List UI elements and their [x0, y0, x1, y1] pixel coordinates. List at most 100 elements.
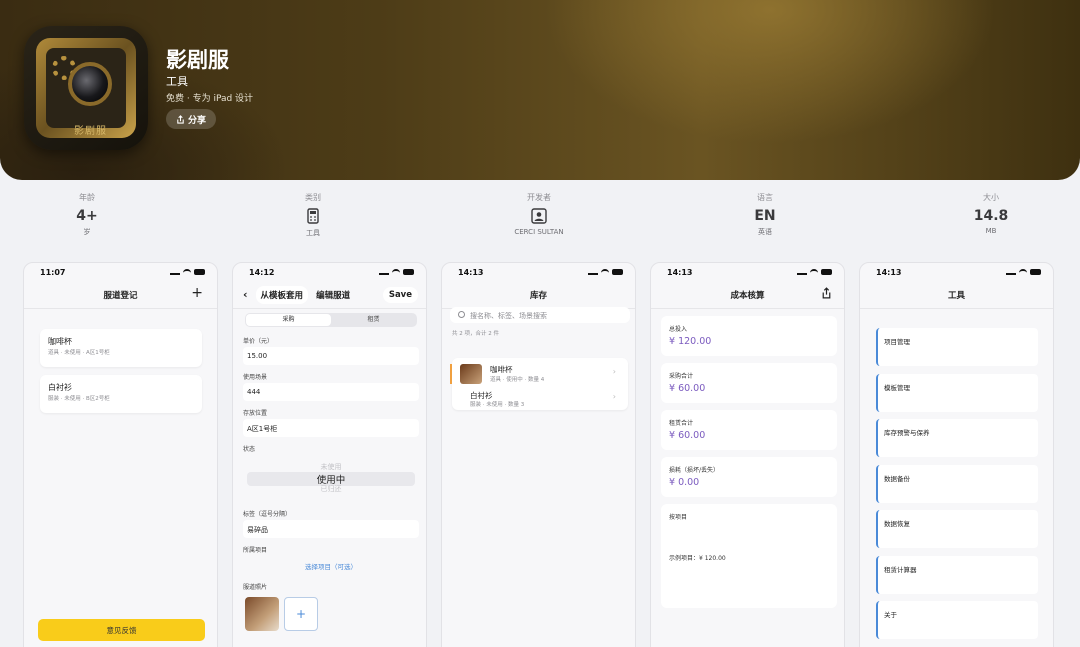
stat-sub: 英语	[758, 228, 772, 236]
warning-marker	[450, 364, 452, 384]
stat-label: 年龄	[79, 193, 95, 202]
card-label: 采购合计	[669, 373, 694, 380]
save-button[interactable]: Save	[382, 286, 418, 303]
nav-title: 成本核算	[651, 281, 844, 309]
screenshot-1[interactable]: 11:07 服道登记 + 咖啡杯 道具 · 未使用 · A区1号柜 白衬衫 服装…	[23, 262, 218, 647]
card-value: ¥ 60.00	[669, 383, 706, 394]
feedback-button[interactable]: 意见反馈	[38, 619, 205, 641]
item-meta: 服装 · 未使用 · B区2号柜	[48, 396, 110, 402]
tool-item-backup[interactable]: 数据备份	[876, 465, 1038, 503]
template-button[interactable]: 从模板套用	[255, 285, 309, 304]
price-field[interactable]: 15.00	[243, 347, 419, 365]
stat-label: 语言	[757, 193, 773, 202]
stat-sub: 工具	[306, 229, 320, 237]
search-placeholder: 搜名称、标签、场景搜索	[470, 312, 547, 320]
field-label: 所属项目	[243, 547, 268, 554]
tool-item-restore[interactable]: 数据恢复	[876, 510, 1038, 548]
project-picker[interactable]: 选择项目（可选）	[247, 561, 415, 571]
item-thumbnail	[460, 364, 482, 384]
signal-icon	[170, 269, 180, 275]
list-item[interactable]: 咖啡杯 道具 · 未使用 · A区1号柜	[40, 329, 202, 367]
add-icon[interactable]: +	[191, 285, 203, 301]
share-icon	[177, 114, 184, 124]
stat-value: 4+	[76, 208, 98, 224]
search-input[interactable]: 搜名称、标签、场景搜索	[450, 307, 630, 323]
screenshot-4[interactable]: 14:13 成本核算 总投入 ¥ 120.00 采购合计 ¥ 60.00 租赁合…	[650, 262, 845, 647]
tags-field[interactable]: 易碎品	[243, 520, 419, 538]
photo-thumbnail[interactable]	[245, 597, 279, 631]
app-icon-text: 影剧服	[74, 126, 107, 137]
stat-value: EN	[754, 208, 776, 224]
stat-sub: 岁	[83, 228, 91, 236]
stat-age: 年龄 4+ 岁	[17, 192, 157, 237]
calculator-icon	[307, 208, 319, 224]
status-bar: 14:13	[651, 263, 844, 281]
tool-item-maintenance[interactable]: 库存预警与保养	[876, 419, 1038, 457]
app-subtitle: 免费 · 专为 iPad 设计	[166, 94, 254, 104]
inventory-summary: 共 2 项，合计 2 件	[452, 331, 499, 337]
signal-icon	[379, 269, 389, 275]
seg-rent[interactable]: 租赁	[331, 314, 416, 326]
signal-icon	[797, 269, 807, 275]
chevron-right-icon: ›	[612, 367, 616, 376]
nav-title: 编辑服道	[316, 290, 351, 301]
share-label: 分享	[187, 115, 206, 126]
share-button[interactable]: 分享	[166, 109, 216, 129]
search-icon	[458, 311, 465, 318]
battery-icon	[612, 269, 623, 275]
item-meta: 服装 · 未使用 · 数量 3	[470, 402, 525, 408]
nav-bar: ‹ 从模板套用 编辑服道 Save	[233, 281, 426, 309]
location-field[interactable]: A区1号柜	[243, 419, 419, 437]
tool-item-templates[interactable]: 模板管理	[876, 374, 1038, 412]
add-photo-button[interactable]: +	[284, 597, 318, 631]
screenshot-3[interactable]: 14:13 库存 搜名称、标签、场景搜索 共 2 项，合计 2 件 咖啡杯 道具…	[441, 262, 636, 647]
by-project-card: 按项目 示例项目：¥ 120.00	[661, 504, 837, 608]
card-value: ¥ 0.00	[669, 477, 700, 488]
purchase-cost-card: 采购合计 ¥ 60.00	[661, 363, 837, 403]
screenshot-5[interactable]: 14:13 工具 项目管理 模板管理 库存预警与保养 数据备份 数据恢复 租赁计…	[859, 262, 1054, 647]
signal-icon	[588, 269, 598, 275]
battery-icon	[194, 269, 205, 275]
stat-category[interactable]: 类别 工具	[243, 192, 383, 238]
field-label: 状态	[243, 446, 256, 453]
chevron-right-icon: ›	[612, 392, 616, 401]
info-strip: 年龄 4+ 岁 类别 工具 开发者 CERCI SULTAN 语言 EN 英语 …	[0, 192, 1080, 242]
field-label: 标签（逗号分隔）	[243, 511, 292, 518]
wifi-icon	[183, 269, 191, 275]
share-icon[interactable]	[821, 287, 832, 299]
picker-option[interactable]: 未使用	[247, 462, 415, 472]
stat-developer[interactable]: 开发者 CERCI SULTAN	[469, 192, 609, 236]
card-value: ¥ 120.00	[669, 336, 712, 347]
stat-label: 大小	[983, 193, 999, 202]
stat-sub: MB	[985, 227, 997, 235]
status-bar: 11:07	[24, 263, 217, 281]
back-icon[interactable]: ‹	[243, 288, 248, 301]
list-item[interactable]: 白衬衫 服装 · 未使用 · B区2号柜	[40, 375, 202, 413]
stat-size: 大小 14.8 MB	[921, 192, 1061, 235]
status-bar: 14:13	[860, 263, 1053, 281]
nav-title: 工具	[860, 281, 1053, 309]
tool-item-rent-calculator[interactable]: 租赁计算器	[876, 556, 1038, 594]
rent-cost-card: 租赁合计 ¥ 60.00	[661, 410, 837, 450]
item-meta: 道具 · 使用中 · 数量 4	[490, 377, 545, 383]
battery-icon	[1030, 269, 1041, 275]
card-label: 租赁合计	[669, 420, 694, 427]
tool-item-about[interactable]: 关于	[876, 601, 1038, 639]
hero-banner: 影剧服 影剧服 工具 免费 · 专为 iPad 设计 分享	[0, 0, 1080, 180]
stat-value: 14.8	[973, 208, 1009, 224]
field-label: 单价（元）	[243, 338, 274, 345]
stat-label: 开发者	[527, 193, 551, 202]
item-name[interactable]: 咖啡杯	[490, 364, 513, 375]
app-title: 影剧服	[166, 48, 229, 72]
app-category[interactable]: 工具	[166, 73, 188, 89]
seg-purchase[interactable]: 采购	[246, 314, 331, 326]
segmented-control[interactable]: 采购 租赁	[245, 313, 417, 327]
person-icon	[531, 208, 547, 224]
total-cost-card: 总投入 ¥ 120.00	[661, 316, 837, 356]
picker-option[interactable]: 已归还	[247, 484, 415, 494]
scene-field[interactable]: 444	[243, 383, 419, 401]
field-label: 使用场景	[243, 374, 268, 381]
tool-item-projects[interactable]: 项目管理	[876, 328, 1038, 366]
screenshot-2[interactable]: 14:12 ‹ 从模板套用 编辑服道 Save 采购 租赁 单价（元） 15.0…	[232, 262, 427, 647]
wifi-icon	[601, 269, 609, 275]
